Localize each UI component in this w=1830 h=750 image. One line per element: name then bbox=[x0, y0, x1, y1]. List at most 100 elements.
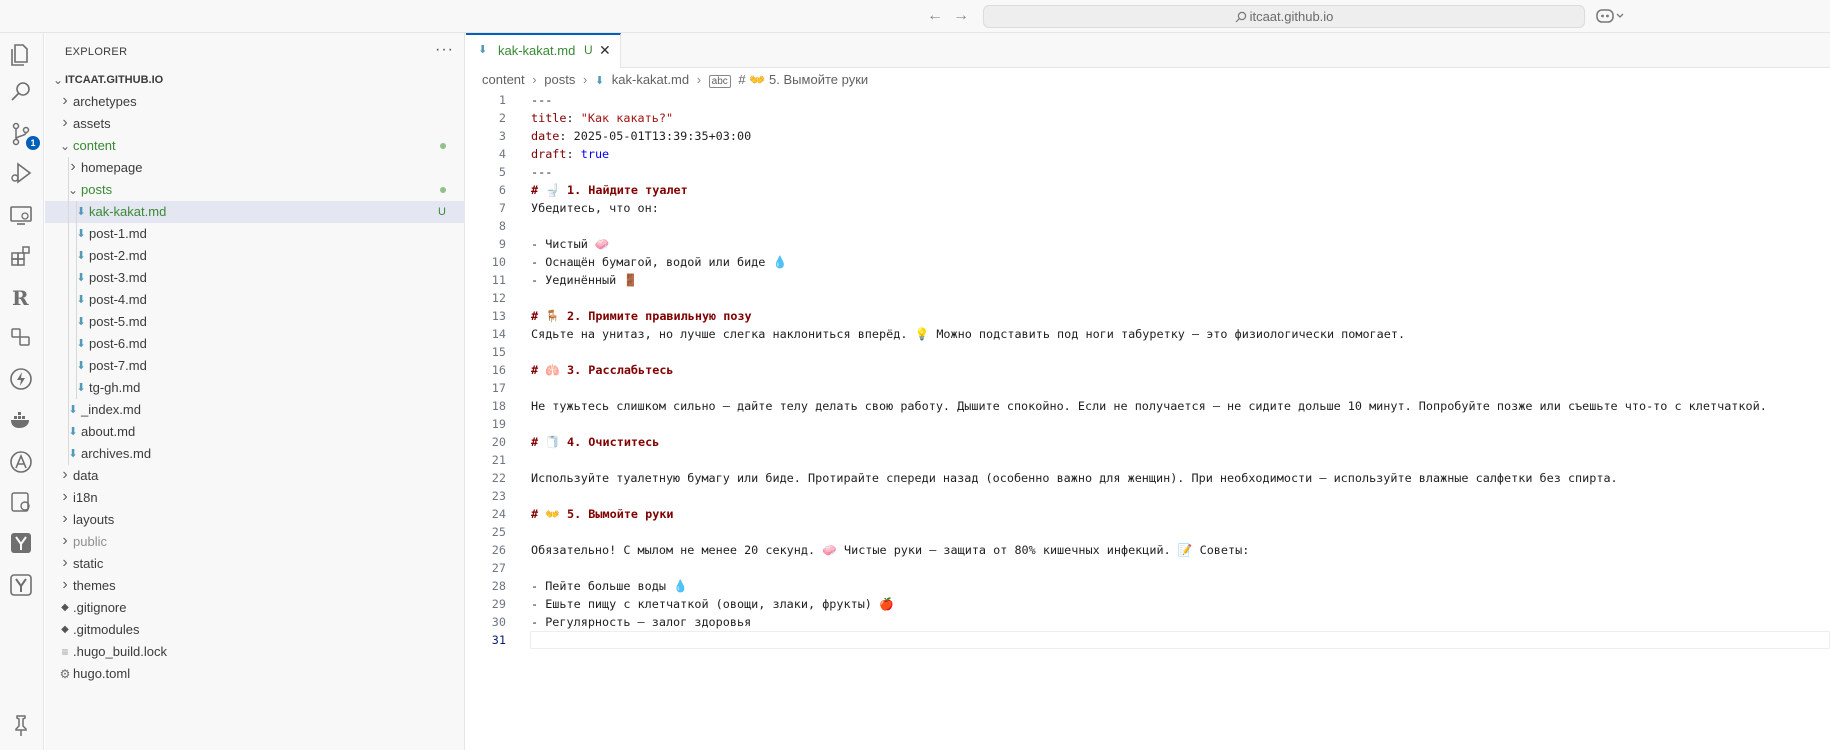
run-debug-icon[interactable] bbox=[8, 160, 34, 186]
docker-icon[interactable] bbox=[8, 407, 34, 433]
extensions-icon[interactable] bbox=[8, 243, 34, 269]
code-line: 27 bbox=[466, 559, 1830, 577]
tree-item-label: posts bbox=[81, 182, 113, 197]
line-number: 12 bbox=[491, 291, 506, 305]
line-number: 20 bbox=[491, 435, 506, 449]
extension-y-icon[interactable] bbox=[8, 530, 34, 556]
line-number: 27 bbox=[491, 561, 506, 575]
line-number: 17 bbox=[491, 381, 506, 395]
forward-arrow-icon[interactable]: → bbox=[951, 6, 971, 26]
file-item-post-6-md[interactable]: ⬇ post-6.md bbox=[45, 333, 465, 355]
breadcrumb-file[interactable]: kak-kakat.md bbox=[612, 72, 689, 87]
line-number: 29 bbox=[491, 597, 506, 611]
file-item-post-4-md[interactable]: ⬇ post-4.md bbox=[45, 289, 465, 311]
folder-item-public[interactable]: › public bbox=[45, 531, 465, 553]
markdown-heading: # 👐 5. Вымойте руки bbox=[531, 507, 674, 521]
code-line: 12 bbox=[466, 289, 1830, 307]
folder-item-homepage[interactable]: › homepage bbox=[45, 157, 465, 179]
code-text: Используйте туалетную бумагу или биде. П… bbox=[531, 471, 1618, 485]
file-item-post-3-md[interactable]: ⬇ post-3.md bbox=[45, 267, 465, 289]
file-item-kak-kakat-md[interactable]: ⬇ kak-kakat.md U bbox=[45, 201, 465, 223]
code-line: 6 # 🚽 1. Найдите туалет bbox=[466, 181, 1830, 199]
line-number: 4 bbox=[498, 147, 506, 161]
frontmatter-entry: date: 2025-05-01T13:39:35+03:00 bbox=[531, 129, 752, 143]
breadcrumb-symbol[interactable]: # 👐 5. Вымойте руки bbox=[738, 72, 868, 87]
folder-item-static[interactable]: › static bbox=[45, 553, 465, 575]
code-text: Не тужьтесь слишком сильно — дайте телу … bbox=[531, 399, 1767, 413]
code-line: 23 bbox=[466, 487, 1830, 505]
folder-item-content[interactable]: ⌄ content bbox=[45, 135, 465, 157]
code-line: 3 date: 2025-05-01T13:39:35+03:00 bbox=[466, 127, 1830, 145]
frontmatter-key: draft bbox=[531, 147, 567, 161]
search-icon[interactable] bbox=[8, 79, 34, 105]
line-number: 8 bbox=[498, 219, 506, 233]
code-line: 17 bbox=[466, 379, 1830, 397]
search-icon bbox=[1235, 11, 1246, 23]
folder-item-themes[interactable]: › themes bbox=[45, 575, 465, 597]
extension-boxes-icon[interactable] bbox=[8, 324, 34, 350]
back-arrow-icon[interactable]: ← bbox=[925, 6, 945, 26]
folder-item-posts[interactable]: ⌄ posts bbox=[45, 179, 465, 201]
line-number: 1 bbox=[498, 93, 506, 107]
file-item-post-2-md[interactable]: ⬇ post-2.md bbox=[45, 245, 465, 267]
tree-item-label: post-3.md bbox=[89, 270, 147, 285]
file-item-post-1-md[interactable]: ⬇ post-1.md bbox=[45, 223, 465, 245]
remote-explorer-icon[interactable] bbox=[8, 202, 34, 228]
code-text: - Оснащён бумагой, водой или биде 💧 bbox=[531, 255, 788, 269]
file-item-post-7-md[interactable]: ⬇ post-7.md bbox=[45, 355, 465, 377]
file-item-gitmodules[interactable]: ◆ .gitmodules bbox=[45, 619, 465, 641]
code-text: - Пейте больше воды 💧 bbox=[531, 579, 688, 593]
code-editor[interactable]: 1 --- 2 title: "Как какать?" 3 date: 2025-05-… bbox=[466, 91, 1830, 649]
code-line: 15 bbox=[466, 343, 1830, 361]
more-actions-icon[interactable]: ··· bbox=[435, 41, 454, 59]
tab-kak-kakat-md[interactable]: ⬇ kak-kakat.md U ✕ bbox=[466, 33, 621, 68]
tree-item-label: _index.md bbox=[81, 402, 141, 417]
indent-guide bbox=[76, 201, 77, 399]
breadcrumb-posts[interactable]: posts bbox=[544, 72, 575, 87]
markdown-heading: # 🧻 4. Очиститесь bbox=[531, 435, 660, 449]
folder-item-i18n[interactable]: › i18n bbox=[45, 487, 465, 509]
extension-gear-box-icon[interactable] bbox=[8, 489, 34, 515]
breadcrumb-content[interactable]: content bbox=[482, 72, 525, 87]
markdown-heading: # 🫁 3. Расслабьтесь bbox=[531, 363, 674, 377]
extension-r-icon[interactable]: R bbox=[8, 284, 34, 310]
line-number: 11 bbox=[491, 273, 506, 287]
code-line: 1 --- bbox=[466, 91, 1830, 109]
file-item-archives-md[interactable]: ⬇ archives.md bbox=[45, 443, 465, 465]
folder-item-data[interactable]: › data bbox=[45, 465, 465, 487]
folder-item-assets[interactable]: › assets bbox=[45, 113, 465, 135]
tree-item-label: homepage bbox=[81, 160, 143, 175]
close-icon[interactable]: ✕ bbox=[599, 35, 611, 66]
frontmatter-value: "Как какать?" bbox=[580, 111, 674, 125]
line-number: 18 bbox=[491, 399, 506, 413]
file-item-index-md[interactable]: ⬇ _index.md bbox=[45, 399, 465, 421]
explorer-icon[interactable] bbox=[8, 42, 34, 68]
extension-a-icon[interactable] bbox=[8, 449, 34, 475]
tree-item-label: data bbox=[73, 468, 99, 483]
code-line: 31 bbox=[466, 631, 1830, 649]
extension-bolt-icon[interactable] bbox=[8, 366, 34, 392]
copilot-icon[interactable] bbox=[1596, 7, 1628, 25]
code-text: Сядьте на унитаз, но лучше слегка наклон… bbox=[531, 327, 1406, 341]
activity-bar: 1R bbox=[0, 33, 44, 750]
tree-item-label: public bbox=[73, 534, 107, 549]
tab-bar: ⬇ kak-kakat.md U ✕ bbox=[466, 33, 1830, 68]
file-item-about-md[interactable]: ⬇ about.md bbox=[45, 421, 465, 443]
extension-y2-icon[interactable] bbox=[8, 572, 34, 598]
tree-item-label: post-6.md bbox=[89, 336, 147, 351]
workspace-root[interactable]: ⌄ ITCAAT.GITHUB.IO bbox=[45, 69, 465, 91]
command-center-search[interactable]: itcaat.github.io bbox=[983, 5, 1585, 28]
file-item-tg-gh-md[interactable]: ⬇ tg-gh.md bbox=[45, 377, 465, 399]
code-line: 10 - Оснащён бумагой, водой или биде 💧 bbox=[466, 253, 1830, 271]
code-line: 16 # 🫁 3. Расслабьтесь bbox=[466, 361, 1830, 379]
pin-icon[interactable] bbox=[8, 713, 34, 739]
lock-file-icon: ≡ bbox=[61, 645, 69, 659]
file-item-hugo-toml[interactable]: ⚙ hugo.toml bbox=[45, 663, 465, 685]
folder-item-layouts[interactable]: › layouts bbox=[45, 509, 465, 531]
file-item-post-5-md[interactable]: ⬇ post-5.md bbox=[45, 311, 465, 333]
line-number: 23 bbox=[491, 489, 506, 503]
folder-item-archetypes[interactable]: › archetypes bbox=[45, 91, 465, 113]
file-item-hugo-build-lock[interactable]: ≡ .hugo_build.lock bbox=[45, 641, 465, 663]
source-control-icon[interactable]: 1 bbox=[8, 121, 40, 150]
file-item-gitignore[interactable]: ◆ .gitignore bbox=[45, 597, 465, 619]
